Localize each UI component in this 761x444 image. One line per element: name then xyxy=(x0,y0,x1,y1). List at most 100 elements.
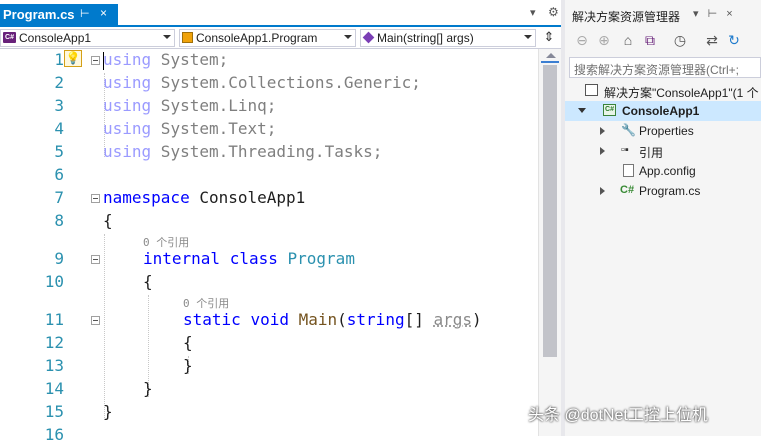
project-dropdown-value: ConsoleApp1 xyxy=(19,31,92,45)
tree-item-label: Properties xyxy=(639,124,694,138)
tab-program-cs[interactable]: Program.cs ⊢ × xyxy=(0,4,118,27)
fold-toggle-usings[interactable] xyxy=(91,56,100,65)
method-name: Main xyxy=(298,310,338,329)
member-dropdown-value: Main(string[] args) xyxy=(377,31,474,45)
expand-closed-icon[interactable] xyxy=(600,187,605,195)
keyword: static xyxy=(183,310,241,329)
solution-explorer-toolbar: ⊖ ⊕ ⌂ ⧉ ◷ ⇄ ↻ xyxy=(565,29,761,53)
expand-open-icon[interactable] xyxy=(578,108,586,113)
keyword: using xyxy=(103,142,152,161)
code-line-1: using System; xyxy=(103,50,228,69)
keyword: using xyxy=(103,96,152,115)
member-dropdown[interactable]: Main(string[] args) xyxy=(360,29,536,47)
line-number: 4 xyxy=(54,119,64,138)
line-number: 10 xyxy=(44,272,64,291)
code-line-11: static void Main(string[] args) xyxy=(183,310,482,329)
fold-toggle-namespace[interactable] xyxy=(91,194,100,203)
tree-item-label: 解决方案"ConsoleApp1"(1 个 xyxy=(604,86,759,100)
fold-toggle-class[interactable] xyxy=(91,255,100,264)
tree-item-properties[interactable]: 🔧 Properties xyxy=(565,121,761,141)
line-number: 3 xyxy=(54,96,64,115)
solution-search-input[interactable]: 搜索解决方案资源管理器(Ctrl+; xyxy=(569,57,761,78)
solution-explorer-title-bar: 解决方案资源管理器 ▾ ⊢ × xyxy=(565,0,761,27)
class-dropdown[interactable]: ConsoleApp1.Program xyxy=(179,29,356,47)
tree-item-app-config[interactable]: App.config xyxy=(565,161,761,181)
code-line-7: namespace ConsoleApp1 xyxy=(103,188,305,207)
forward-icon[interactable]: ⊕ xyxy=(595,31,613,49)
code-line-14: } xyxy=(143,379,153,398)
code-text: System.Text; xyxy=(151,119,277,138)
back-icon[interactable]: ⊖ xyxy=(573,31,591,49)
class-icon xyxy=(182,32,193,43)
code-line-3: using System.Linq; xyxy=(103,96,276,115)
code-line-12: { xyxy=(183,333,193,352)
pending-changes-icon[interactable]: ◷ xyxy=(671,31,689,49)
code-text: System.Threading.Tasks; xyxy=(151,142,383,161)
line-number: 8 xyxy=(54,211,64,230)
lightbulb-glyph: 💡 xyxy=(65,51,81,65)
code-line-9: internal class Program xyxy=(143,249,355,268)
line-number: 11 xyxy=(44,310,64,329)
scrollbar-thumb[interactable] xyxy=(543,65,557,357)
code-text: System; xyxy=(151,50,229,69)
code-text: ( xyxy=(337,310,347,329)
line-number: 15 xyxy=(44,402,64,421)
code-text: System.Linq; xyxy=(151,96,277,115)
keyword: using xyxy=(103,50,152,69)
line-number: 1 xyxy=(54,50,64,69)
tree-item-project[interactable]: C# ConsoleApp1 xyxy=(565,101,761,121)
line-number: 16 xyxy=(44,425,64,444)
keyword: using xyxy=(103,119,152,138)
code-text: ) xyxy=(472,310,482,329)
sync-icon[interactable]: ⇄ xyxy=(703,31,721,49)
expand-closed-icon[interactable] xyxy=(600,127,605,135)
keyword: string xyxy=(346,310,405,329)
panel-window-controls[interactable]: ▾ ⊢ × xyxy=(693,7,736,20)
code-editor-pane: Program.cs ⊢ × ▾ ⚙ C# ConsoleApp1 Console… xyxy=(0,0,561,444)
line-number: 9 xyxy=(54,249,64,268)
refresh-icon[interactable]: ↻ xyxy=(725,31,743,49)
vertical-scrollbar[interactable] xyxy=(538,49,561,436)
expand-closed-icon[interactable] xyxy=(600,147,605,155)
tree-item-solution[interactable]: 解决方案"ConsoleApp1"(1 个 xyxy=(565,81,761,101)
tree-item-program-cs[interactable]: C# Program.cs xyxy=(565,181,761,201)
codelens-references[interactable]: 0 个引用 xyxy=(143,234,189,250)
fold-toggle-method[interactable] xyxy=(91,316,100,325)
tree-item-references[interactable]: ▫▪ 引用 xyxy=(565,141,761,161)
codelens-references[interactable]: 0 个引用 xyxy=(183,295,229,311)
references-icon: ▫▪ xyxy=(621,144,629,156)
line-number: 6 xyxy=(54,165,64,184)
chevron-down-icon xyxy=(163,35,171,39)
csharp-project-icon: C# xyxy=(603,104,616,116)
home-icon[interactable]: ⌂ xyxy=(619,31,637,49)
split-window-button[interactable]: ⇕ xyxy=(540,29,558,47)
parameter-name: args xyxy=(433,310,473,329)
pin-icon[interactable]: ⊢ xyxy=(80,7,90,20)
code-text: [] xyxy=(404,310,434,329)
indent-guide xyxy=(104,234,105,420)
switch-views-icon[interactable]: ⧉ xyxy=(641,31,659,49)
csharp-project-icon: C# xyxy=(3,32,16,43)
tree-item-label: ConsoleApp1 xyxy=(622,104,700,118)
solution-explorer-pane: 解决方案资源管理器 ▾ ⊢ × ⊖ ⊕ ⌂ ⧉ ◷ ⇄ ↻ 搜索解决方案资源管理… xyxy=(561,0,761,436)
code-line-13: } xyxy=(183,356,193,375)
scroll-up-icon[interactable] xyxy=(546,53,556,58)
gear-icon[interactable]: ⚙ xyxy=(548,5,559,19)
lightbulb-icon[interactable]: 💡 xyxy=(64,50,82,67)
code-text: ConsoleApp1 xyxy=(189,188,306,207)
close-icon[interactable]: × xyxy=(100,6,107,20)
project-dropdown[interactable]: C# ConsoleApp1 xyxy=(0,29,175,47)
keyword: internal xyxy=(143,249,221,268)
code-text-area[interactable]: 1 2 3 4 5 6 7 8 9 10 11 12 13 14 15 16 💡… xyxy=(0,49,538,444)
caret-position-marker xyxy=(541,61,559,63)
tab-overflow-icon[interactable]: ▾ xyxy=(530,6,536,19)
code-line-10: { xyxy=(143,272,153,291)
code-line-15: } xyxy=(103,402,113,421)
code-line-4: using System.Text; xyxy=(103,119,276,138)
solution-icon xyxy=(585,84,598,96)
wrench-icon: 🔧 xyxy=(621,123,636,137)
line-number: 13 xyxy=(44,356,64,375)
watermark-text: 头条 @dotNet工控上位机 xyxy=(528,407,708,424)
class-dropdown-value: ConsoleApp1.Program xyxy=(196,31,318,45)
line-number: 2 xyxy=(54,73,64,92)
